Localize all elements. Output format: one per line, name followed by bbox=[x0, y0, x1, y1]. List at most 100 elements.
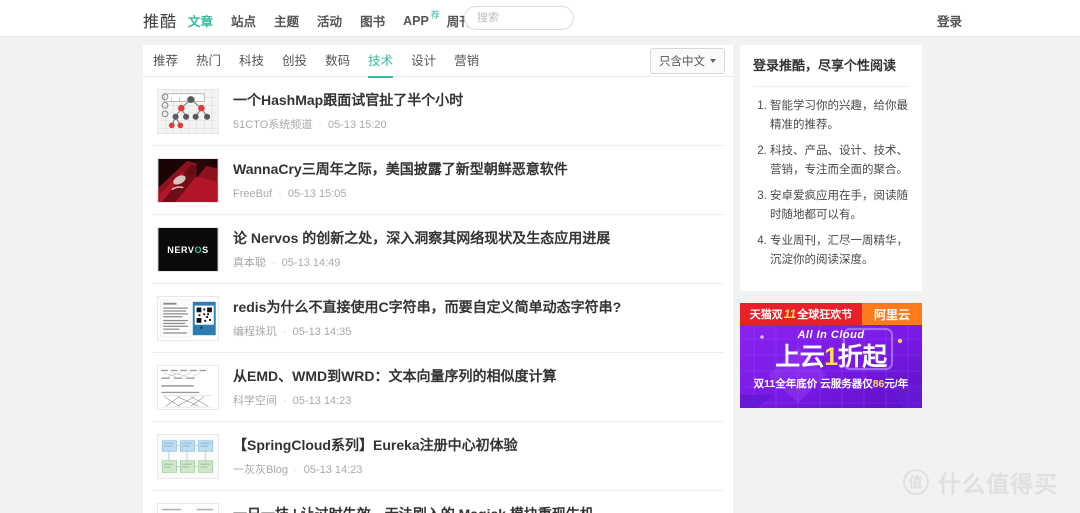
article-thumbnail-article-with-qrcode bbox=[157, 296, 219, 341]
promo-title: 登录推酷，尽享个性阅读 bbox=[753, 57, 909, 87]
top-navigation-bar: 推酷 文章站点主题活动图书APP荐周刊 登录 bbox=[0, 0, 1080, 37]
article-list: 一个HashMap跟面试官扯了半个小时 51CTO系统频道 · 05-13 15:20… bbox=[143, 77, 733, 513]
ad-headline-number: 1 bbox=[824, 343, 838, 371]
tab-6[interactable]: 技术 bbox=[368, 45, 394, 78]
ad-headline-post: 折起 bbox=[837, 343, 888, 371]
chevron-down-icon bbox=[710, 59, 716, 63]
nav-item-5[interactable]: 图书 bbox=[360, 11, 385, 30]
article-list-item[interactable]: 一个HashMap跟面试官扯了半个小时 51CTO系统频道 · 05-13 15:20 bbox=[153, 77, 723, 146]
nav-item-4[interactable]: 活动 bbox=[317, 11, 342, 30]
article-title[interactable]: WannaCry三周年之际，美国披露了新型朝鲜恶意软件 bbox=[233, 159, 719, 179]
tab-1[interactable]: 推荐 bbox=[153, 45, 178, 77]
article-title[interactable]: 一个HashMap跟面试官扯了半个小时 bbox=[233, 90, 719, 110]
promo-benefit-list: 智能学习你的兴趣，给你最精准的推荐。科技、产品、设计、技术、营销，专注而全面的聚… bbox=[753, 97, 909, 270]
nav-item-badge: 荐 bbox=[430, 9, 440, 20]
nav-item-1[interactable]: 文章 bbox=[188, 11, 213, 30]
article-list-item[interactable]: 【SpringCloud系列】Eureka注册中心初体验 一灰灰Blog · 05-1… bbox=[153, 422, 723, 491]
tab-7[interactable]: 设计 bbox=[411, 45, 436, 77]
site-logo[interactable]: 推酷 bbox=[143, 8, 177, 32]
article-timestamp: 05-13 14:23 bbox=[303, 464, 363, 476]
login-link[interactable]: 登录 bbox=[937, 11, 962, 30]
nav-item-2[interactable]: 站点 bbox=[231, 11, 256, 30]
article-list-item[interactable]: 从EMD、WMD到WRD：文本向量序列的相似度计算科学空间 · 05-13 14:2… bbox=[153, 353, 723, 422]
meta-separator: · bbox=[318, 119, 322, 131]
ad-campaign-number: 11 bbox=[783, 307, 797, 321]
page-root: 推酷 文章站点主题活动图书APP荐周刊 登录 推荐热门科技创投数码技术设计营销 … bbox=[0, 0, 1080, 513]
article-source[interactable]: FreeBuf bbox=[233, 188, 272, 200]
nav-item-label: 文章 bbox=[188, 15, 214, 29]
article-source[interactable]: 51CTO系统频道 bbox=[233, 119, 312, 131]
promo-benefit-item: 科技、产品、设计、技术、营销，专注而全面的聚合。 bbox=[770, 142, 909, 180]
promo-benefit-item: 智能学习你的兴趣，给你最精准的推荐。 bbox=[770, 97, 909, 135]
search-input[interactable] bbox=[464, 6, 574, 30]
article-thumbnail-document-screenshot bbox=[157, 503, 219, 513]
promo-benefit-item: 专业周刊，汇尽一周精华，沉淀你的阅读深度。 bbox=[770, 232, 909, 270]
article-body: 一个HashMap跟面试官扯了半个小时 51CTO系统频道 · 05-13 15:20 bbox=[233, 89, 719, 132]
meta-separator: · bbox=[272, 257, 276, 269]
article-title[interactable]: redis为什么不直接使用C字符串，而要自定义简单动态字符串? bbox=[233, 297, 719, 317]
ad-campaign-badge: 天猫双 11 全球狂欢节 bbox=[740, 303, 862, 325]
article-list-item[interactable]: WannaCry三周年之际，美国披露了新型朝鲜恶意软件 FreeBuf · 05-13… bbox=[153, 146, 723, 215]
article-meta: 科学空间 · 05-13 14:23 bbox=[233, 394, 719, 408]
article-source[interactable]: 科学空间 bbox=[233, 395, 277, 407]
meta-separator: · bbox=[283, 395, 287, 407]
article-timestamp: 05-13 15:20 bbox=[327, 119, 387, 131]
ad-campaign-pre: 天猫双 bbox=[749, 309, 783, 321]
article-body: 一日一技 | 让过时失效、无法刷入的 Magisk 模块重现生机少数派·05-1… bbox=[233, 503, 719, 513]
nav-item-3[interactable]: 主题 bbox=[274, 11, 299, 30]
language-filter-dropdown[interactable]: 只含中文 bbox=[650, 48, 725, 74]
right-sidebar: 登录推酷，尽享个性阅读 智能学习你的兴趣，给你最精准的推荐。科技、产品、设计、技… bbox=[740, 45, 922, 408]
ad-subtext: 双11全年底价 云服务器仅86元/年 bbox=[740, 376, 922, 391]
article-title[interactable]: 【SpringCloud系列】Eureka注册中心初体验 bbox=[233, 435, 719, 455]
nav-item-label: APP bbox=[403, 13, 429, 28]
watermark-text: 什么值得买 bbox=[938, 471, 1058, 497]
meta-separator: · bbox=[283, 326, 287, 338]
tab-8[interactable]: 营销 bbox=[454, 45, 479, 77]
article-body: WannaCry三周年之际，美国披露了新型朝鲜恶意软件 FreeBuf · 05-13… bbox=[233, 158, 719, 201]
article-thumbnail-red-black-tree bbox=[157, 89, 219, 134]
article-source[interactable]: 真本聪 bbox=[233, 257, 266, 269]
article-source[interactable]: 编程珠玑 bbox=[233, 326, 277, 338]
article-body: 从EMD、WMD到WRD：文本向量序列的相似度计算科学空间 · 05-13 14:2… bbox=[233, 365, 719, 408]
watermark-logo-icon: 值 bbox=[903, 469, 929, 495]
article-title[interactable]: 从EMD、WMD到WRD：文本向量序列的相似度计算 bbox=[233, 366, 719, 386]
tab-5[interactable]: 数码 bbox=[325, 45, 350, 77]
article-list-item[interactable]: redis为什么不直接使用C字符串，而要自定义简单动态字符串? 编程珠玑 · 05-1… bbox=[153, 284, 723, 353]
article-list-item[interactable]: NERVOS 论 Nervos 的创新之处，深入洞察其网络现状及生态应用进展真本聪… bbox=[153, 215, 723, 284]
ad-subtext-pre: 双11全年底价 云服务器仅 bbox=[753, 378, 873, 390]
ad-campaign-post: 全球狂欢节 bbox=[797, 309, 853, 321]
article-meta: 51CTO系统频道 · 05-13 15:20 bbox=[233, 118, 719, 132]
ad-headline: 上云1折起 bbox=[740, 342, 922, 372]
nav-item-label: 活动 bbox=[317, 15, 343, 29]
article-list-item[interactable]: 一日一技 | 让过时失效、无法刷入的 Magisk 模块重现生机少数派·05-1… bbox=[153, 491, 723, 513]
article-thumbnail-dark-red-abstract bbox=[157, 158, 219, 203]
language-filter-label: 只含中文 bbox=[659, 56, 705, 68]
article-timestamp: 05-13 14:23 bbox=[292, 395, 352, 407]
article-meta: 编程珠玑 · 05-13 14:35 bbox=[233, 325, 719, 339]
ad-header-strip: 天猫双 11 全球狂欢节 阿里云 bbox=[740, 303, 922, 325]
meta-separator: · bbox=[278, 188, 282, 200]
article-timestamp: 05-13 14:35 bbox=[292, 326, 352, 338]
article-title[interactable]: 论 Nervos 的创新之处，深入洞察其网络现状及生态应用进展 bbox=[233, 228, 719, 248]
nav-item-label: 主题 bbox=[274, 15, 300, 29]
main-content-column: 推荐 热门 科技 创投 数码 技术 设计 营销 只含中文 一个HashMap跟面… bbox=[143, 45, 733, 513]
nav-item-label: 图书 bbox=[360, 15, 386, 29]
article-title[interactable]: 一日一技 | 让过时失效、无法刷入的 Magisk 模块重现生机 bbox=[233, 504, 719, 513]
svg-text:NERVOS: NERVOS bbox=[167, 245, 209, 255]
article-source[interactable]: 一灰灰Blog bbox=[233, 464, 288, 476]
article-body: redis为什么不直接使用C字符串，而要自定义简单动态字符串? 编程珠玑 · 05-1… bbox=[233, 296, 719, 339]
login-promo-card: 登录推酷，尽享个性阅读 智能学习你的兴趣，给你最精准的推荐。科技、产品、设计、技… bbox=[740, 45, 922, 291]
ad-tagline: All In Cloud bbox=[797, 329, 865, 341]
ad-subtext-number: 86 bbox=[872, 378, 885, 390]
article-timestamp: 05-13 14:49 bbox=[281, 257, 341, 269]
tab-3[interactable]: 科技 bbox=[239, 45, 264, 77]
tab-4[interactable]: 创投 bbox=[282, 45, 307, 77]
ad-headline-pre: 上云 bbox=[775, 343, 825, 371]
tab-2[interactable]: 热门 bbox=[196, 45, 221, 77]
nav-item-6[interactable]: APP 荐 bbox=[403, 10, 440, 28]
primary-nav: 文章 站点 主题 活动 图书 APP 荐周刊 bbox=[188, 10, 500, 30]
category-tab-list: 推荐 热门 科技 创投 数码 技术 设计 营销 bbox=[153, 45, 497, 78]
promo-benefit-item: 安卓爱疯应用在手，阅读随时随地都可以有。 bbox=[770, 187, 909, 225]
advertisement-banner[interactable]: 天猫双 11 全球狂欢节 阿里云 All In Cloud 上云1折起 双11全… bbox=[740, 303, 922, 408]
ad-brand-badge: 阿里云 bbox=[862, 303, 922, 325]
